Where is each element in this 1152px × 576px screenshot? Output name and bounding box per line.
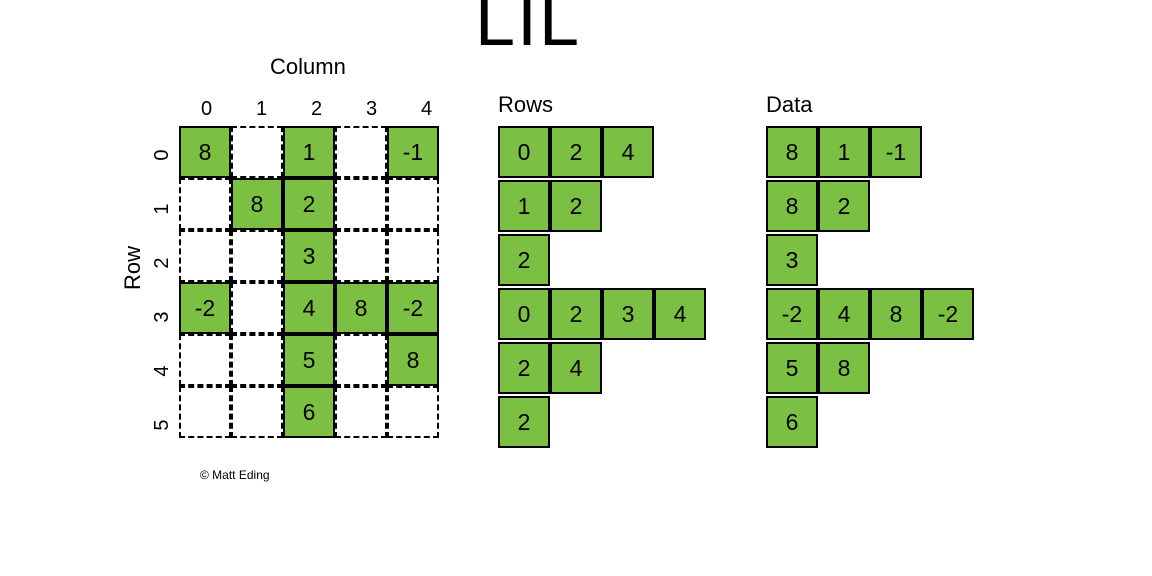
copyright-text: © Matt Eding bbox=[200, 468, 270, 482]
column-header: 0 bbox=[179, 98, 234, 121]
matrix-cell-filled: 8 bbox=[387, 334, 439, 386]
rows-list-block: 0241220234242 bbox=[498, 126, 706, 450]
data-list-cell: -2 bbox=[766, 288, 818, 340]
matrix-cell-empty bbox=[179, 178, 231, 230]
matrix-cell-empty bbox=[335, 334, 387, 386]
data-list-cell: 5 bbox=[766, 342, 818, 394]
matrix-cell-empty bbox=[335, 386, 387, 438]
data-list-cell: 1 bbox=[818, 126, 870, 178]
column-header: 4 bbox=[399, 98, 454, 121]
rows-list-row: 12 bbox=[498, 180, 706, 232]
rows-list-cell: 4 bbox=[654, 288, 706, 340]
matrix-cell-filled: 6 bbox=[283, 386, 335, 438]
rows-list-row: 0234 bbox=[498, 288, 706, 340]
matrix-cell-filled: -2 bbox=[387, 282, 439, 334]
matrix-cell-empty bbox=[231, 230, 283, 282]
matrix-cell-empty bbox=[231, 386, 283, 438]
dense-matrix: 81-1823-248-2586 bbox=[179, 126, 439, 438]
matrix-cell-filled: 8 bbox=[335, 282, 387, 334]
rows-list-cell: 2 bbox=[550, 288, 602, 340]
data-list-block: 81-1823-248-2586 bbox=[766, 126, 974, 450]
rows-list-cell: 2 bbox=[550, 126, 602, 178]
column-header: 2 bbox=[289, 98, 344, 121]
matrix-cell-filled: 8 bbox=[231, 178, 283, 230]
matrix-cell-filled: 3 bbox=[283, 230, 335, 282]
column-header: 3 bbox=[344, 98, 399, 121]
data-list-cell: 3 bbox=[766, 234, 818, 286]
rows-list-cell: 4 bbox=[602, 126, 654, 178]
matrix-cell-empty bbox=[335, 230, 387, 282]
data-list-cell: -1 bbox=[870, 126, 922, 178]
matrix-cell-empty bbox=[387, 386, 439, 438]
rows-list-cell: 0 bbox=[498, 126, 550, 178]
matrix-row: 3 bbox=[179, 230, 439, 282]
matrix-cell-empty bbox=[335, 178, 387, 230]
matrix-cell-empty bbox=[387, 230, 439, 282]
matrix-cell-empty bbox=[231, 126, 283, 178]
matrix-cell-empty bbox=[387, 178, 439, 230]
rows-list-cell: 1 bbox=[498, 180, 550, 232]
matrix-cell-empty bbox=[179, 230, 231, 282]
matrix-cell-empty bbox=[179, 334, 231, 386]
rows-list-cell: 2 bbox=[550, 180, 602, 232]
matrix-row: 82 bbox=[179, 178, 439, 230]
matrix-cell-filled: 5 bbox=[283, 334, 335, 386]
data-list-row: 3 bbox=[766, 234, 974, 286]
rows-list-cell: 0 bbox=[498, 288, 550, 340]
data-list-row: 81-1 bbox=[766, 126, 974, 178]
column-axis-label: Column bbox=[270, 54, 346, 80]
data-list-row: 6 bbox=[766, 396, 974, 448]
matrix-cell-filled: 2 bbox=[283, 178, 335, 230]
matrix-cell-empty bbox=[231, 282, 283, 334]
rows-list-row: 24 bbox=[498, 342, 706, 394]
matrix-cell-empty bbox=[335, 126, 387, 178]
rows-list-cell: 2 bbox=[498, 396, 550, 448]
matrix-row: 6 bbox=[179, 386, 439, 438]
rows-section-label: Rows bbox=[498, 92, 553, 118]
rows-list-row: 2 bbox=[498, 234, 706, 286]
data-list-cell: -2 bbox=[922, 288, 974, 340]
rows-list-row: 2 bbox=[498, 396, 706, 448]
matrix-cell-filled: 8 bbox=[179, 126, 231, 178]
data-list-cell: 8 bbox=[766, 126, 818, 178]
rows-list-cell: 2 bbox=[498, 342, 550, 394]
column-headers: 01234 bbox=[179, 98, 454, 121]
data-list-row: 58 bbox=[766, 342, 974, 394]
matrix-cell-filled: -1 bbox=[387, 126, 439, 178]
data-list-cell: 6 bbox=[766, 396, 818, 448]
matrix-cell-filled: 4 bbox=[283, 282, 335, 334]
data-list-row: 82 bbox=[766, 180, 974, 232]
data-list-cell: 4 bbox=[818, 288, 870, 340]
column-header: 1 bbox=[234, 98, 289, 121]
data-list-cell: 8 bbox=[870, 288, 922, 340]
data-list-row: -248-2 bbox=[766, 288, 974, 340]
matrix-row: 58 bbox=[179, 334, 439, 386]
data-list-cell: 2 bbox=[818, 180, 870, 232]
diagram-title: LIL bbox=[475, 0, 581, 62]
matrix-cell-filled: 1 bbox=[283, 126, 335, 178]
rows-list-row: 024 bbox=[498, 126, 706, 178]
rows-list-cell: 2 bbox=[498, 234, 550, 286]
matrix-row: 81 -1 bbox=[179, 126, 439, 178]
data-list-cell: 8 bbox=[766, 180, 818, 232]
data-section-label: Data bbox=[766, 92, 812, 118]
row-headers: 012345 bbox=[150, 128, 174, 452]
matrix-cell-filled: -2 bbox=[179, 282, 231, 334]
matrix-cell-empty bbox=[179, 386, 231, 438]
rows-list-cell: 4 bbox=[550, 342, 602, 394]
matrix-row: -248-2 bbox=[179, 282, 439, 334]
matrix-cell-empty bbox=[231, 334, 283, 386]
data-list-cell: 8 bbox=[818, 342, 870, 394]
rows-list-cell: 3 bbox=[602, 288, 654, 340]
